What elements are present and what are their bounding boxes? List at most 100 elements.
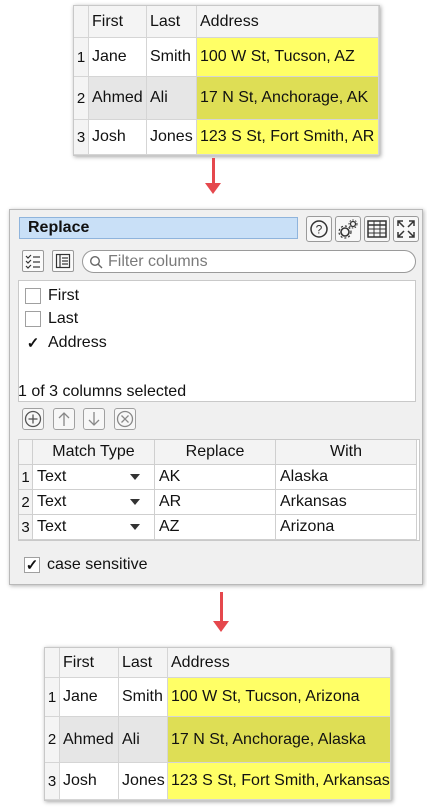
add-button[interactable] xyxy=(22,408,44,430)
case-sensitive-option[interactable]: ✓ case sensitive xyxy=(24,556,148,574)
cell-first[interactable]: Ahmed xyxy=(89,77,147,120)
filter-columns-input[interactable]: Filter columns xyxy=(82,250,416,273)
remove-button[interactable] xyxy=(114,408,136,430)
case-sensitive-checkbox[interactable]: ✓ xyxy=(24,557,40,574)
replace-panel: Replace ? Filter columns First Last ✓ Ad… xyxy=(9,209,423,585)
row-number: 1 xyxy=(74,38,89,77)
column-checkbox-checked[interactable]: ✓ xyxy=(25,335,41,352)
match-type-value: Text xyxy=(37,493,67,510)
corner-cell xyxy=(45,648,60,678)
match-type-select[interactable]: Text xyxy=(33,515,155,540)
remove-icon xyxy=(116,410,134,428)
header-first[interactable]: First xyxy=(89,6,147,38)
cell-last[interactable]: Smith xyxy=(119,678,168,717)
row-number: 1 xyxy=(45,678,60,717)
cell-first[interactable]: Ahmed xyxy=(60,717,119,763)
cell-last[interactable]: Ali xyxy=(147,77,197,120)
header-with: With xyxy=(276,440,417,465)
header-last[interactable]: Last xyxy=(147,6,197,38)
header-address[interactable]: Address xyxy=(197,6,379,38)
row-number: 2 xyxy=(45,717,60,763)
header-last[interactable]: Last xyxy=(119,648,168,678)
row-number: 3 xyxy=(74,120,89,155)
grid-row[interactable]: 3 Text AZ Arizona xyxy=(19,515,419,540)
expand-icon xyxy=(397,220,415,238)
add-icon xyxy=(24,410,42,428)
match-type-select[interactable]: Text xyxy=(33,490,155,515)
replace-grid: Match Type Replace With 1 Text AK Alaska… xyxy=(18,439,420,541)
cell-first[interactable]: Jane xyxy=(60,678,119,717)
checkmark-icon: ✓ xyxy=(26,335,40,352)
match-type-value: Text xyxy=(37,518,67,535)
expand-button[interactable] xyxy=(393,216,419,242)
replace-input[interactable]: AK xyxy=(155,465,276,490)
grid-row[interactable]: 2 Text AR Arkansas xyxy=(19,490,419,515)
cell-address[interactable]: 17 N St, Anchorage, AK xyxy=(197,77,379,120)
output-table: First Last Address 1 Jane Smith 100 W St… xyxy=(44,647,392,801)
uncheck-all-button[interactable] xyxy=(52,250,74,272)
replace-input[interactable]: AR xyxy=(155,490,276,515)
column-label: Last xyxy=(48,310,79,327)
cell-address[interactable]: 100 W St, Tucson, Arizona xyxy=(168,678,391,717)
with-input[interactable]: Arkansas xyxy=(276,490,417,515)
chevron-down-icon xyxy=(130,499,140,505)
gears-icon xyxy=(338,219,358,239)
cell-last[interactable]: Smith xyxy=(147,38,197,77)
table-button[interactable] xyxy=(364,216,390,242)
with-input[interactable]: Alaska xyxy=(276,465,417,490)
column-checkbox[interactable] xyxy=(25,311,41,327)
table-row[interactable]: 1 Jane Smith 100 W St, Tucson, AZ xyxy=(74,38,379,77)
settings-button[interactable] xyxy=(335,216,361,242)
replace-input[interactable]: AZ xyxy=(155,515,276,540)
table-row[interactable]: 1 Jane Smith 100 W St, Tucson, Arizona xyxy=(45,678,391,717)
check-list-icon xyxy=(25,254,40,269)
cell-first[interactable]: Josh xyxy=(60,763,119,800)
header-first[interactable]: First xyxy=(60,648,119,678)
cell-first[interactable]: Jane xyxy=(89,38,147,77)
header-match-type: Match Type xyxy=(33,440,155,465)
header-address[interactable]: Address xyxy=(168,648,391,678)
column-checkbox[interactable] xyxy=(25,288,41,304)
cell-first[interactable]: Josh xyxy=(89,120,147,155)
column-item-last[interactable]: Last xyxy=(25,309,78,329)
with-input[interactable]: Arizona xyxy=(276,515,417,540)
column-label: Address xyxy=(48,334,107,351)
cell-address[interactable]: 17 N St, Anchorage, Alaska xyxy=(168,717,391,763)
cell-address[interactable]: 123 S St, Fort Smith, Arkansas xyxy=(168,763,391,800)
arrow-up-icon xyxy=(58,412,70,426)
cell-last[interactable]: Jones xyxy=(147,120,197,155)
table-row[interactable]: 3 Josh Jones 123 S St, Fort Smith, Arkan… xyxy=(45,763,391,800)
grid-row[interactable]: 1 Text AK Alaska xyxy=(19,465,419,490)
cell-last[interactable]: Jones xyxy=(119,763,168,800)
table-icon xyxy=(367,220,387,238)
chevron-down-icon xyxy=(130,474,140,480)
row-number: 3 xyxy=(45,763,60,800)
match-type-value: Text xyxy=(37,468,67,485)
cell-last[interactable]: Ali xyxy=(119,717,168,763)
cell-address[interactable]: 123 S St, Fort Smith, AR xyxy=(197,120,379,155)
match-type-select[interactable]: Text xyxy=(33,465,155,490)
check-all-button[interactable] xyxy=(22,250,44,272)
table-header: First Last Address xyxy=(74,6,379,38)
table-row[interactable]: 3 Josh Jones 123 S St, Fort Smith, AR xyxy=(74,120,379,155)
selection-status: 1 of 3 columns selected xyxy=(18,383,187,400)
help-button[interactable]: ? xyxy=(306,216,332,242)
row-number: 1 xyxy=(19,465,33,490)
grid-corner xyxy=(19,440,33,465)
cell-address[interactable]: 100 W St, Tucson, AZ xyxy=(197,38,379,77)
table-row[interactable]: 2 Ahmed Ali 17 N St, Anchorage, AK xyxy=(74,77,379,120)
move-up-button[interactable] xyxy=(53,408,75,430)
checkmark-icon: ✓ xyxy=(25,557,39,574)
arrow-down-icon xyxy=(88,412,100,426)
input-table: First Last Address 1 Jane Smith 100 W St… xyxy=(73,5,380,156)
chevron-down-icon xyxy=(130,524,140,530)
move-down-button[interactable] xyxy=(83,408,105,430)
corner-cell xyxy=(74,6,89,38)
column-item-first[interactable]: First xyxy=(25,286,79,306)
row-number: 2 xyxy=(19,490,33,515)
table-row[interactable]: 2 Ahmed Ali 17 N St, Anchorage, Alaska xyxy=(45,717,391,763)
case-sensitive-label: case sensitive xyxy=(47,556,148,573)
panel-title[interactable]: Replace xyxy=(19,217,298,239)
column-item-address[interactable]: ✓ Address xyxy=(25,333,107,353)
row-number: 3 xyxy=(19,515,33,540)
